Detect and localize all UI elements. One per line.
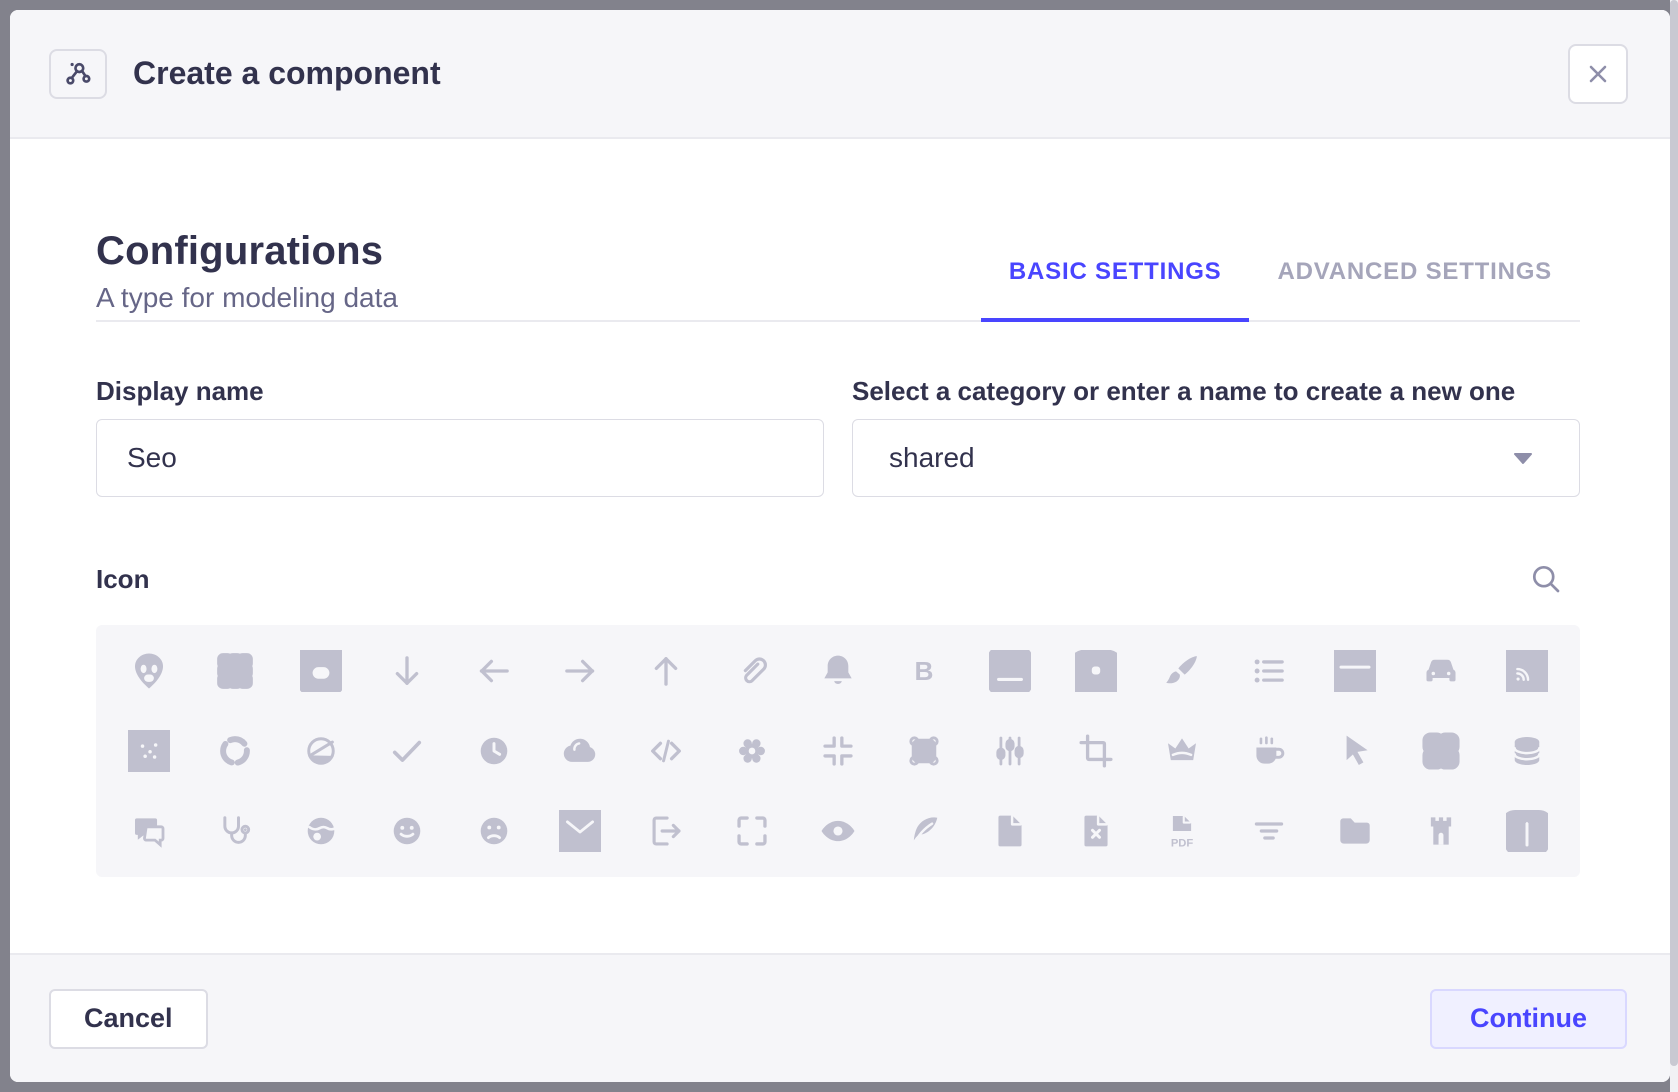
cog-icon[interactable]: [709, 711, 795, 791]
category-field: Select a category or enter a name to cre…: [852, 376, 1580, 497]
active-tab-underline: [981, 318, 1250, 322]
settings-tabs: BASIC SETTINGS ADVANCED SETTINGS: [981, 258, 1580, 320]
icon-grid: B PDF: [96, 625, 1580, 877]
category-label: Select a category or enter a name to cre…: [852, 376, 1580, 407]
tab-advanced-settings[interactable]: ADVANCED SETTINGS: [1249, 258, 1580, 320]
tab-basic-settings[interactable]: BASIC SETTINGS: [981, 258, 1250, 320]
earth-icon[interactable]: [278, 791, 364, 871]
connector-icon[interactable]: [967, 711, 1053, 791]
bell-icon[interactable]: [795, 631, 881, 711]
database-icon[interactable]: [1484, 711, 1570, 791]
feather-icon[interactable]: [881, 791, 967, 871]
command-icon[interactable]: [881, 711, 967, 791]
arrow-right-icon[interactable]: [537, 631, 623, 711]
check-icon[interactable]: [364, 711, 450, 791]
cloud-icon[interactable]: [537, 711, 623, 791]
code-icon[interactable]: [623, 711, 709, 791]
expand-icon[interactable]: [709, 791, 795, 871]
create-component-modal: Create a component Configurations A type…: [10, 10, 1670, 1082]
brush-icon[interactable]: [1139, 631, 1225, 711]
category-select[interactable]: shared: [852, 419, 1580, 497]
bullet-list-icon[interactable]: [1226, 631, 1312, 711]
form-fields-row: Display name Select a category or enter …: [96, 376, 1580, 497]
svg-text:B: B: [915, 656, 934, 686]
clock-icon[interactable]: [450, 711, 536, 791]
cast-icon[interactable]: [1484, 631, 1570, 711]
file-icon[interactable]: [967, 791, 1053, 871]
display-name-field: Display name: [96, 376, 824, 497]
chart-circle-icon[interactable]: [192, 711, 278, 791]
book-icon[interactable]: [967, 631, 1053, 711]
page-scrollbar[interactable]: [1670, 0, 1678, 1092]
car-icon[interactable]: [1398, 631, 1484, 711]
chart-bubble-icon[interactable]: [106, 711, 192, 791]
filter-icon[interactable]: [1226, 791, 1312, 871]
close-button[interactable]: [1568, 44, 1628, 104]
crop-icon[interactable]: [1053, 711, 1139, 791]
attachment-icon[interactable]: [709, 631, 795, 711]
page-title: Configurations: [96, 229, 398, 274]
alien-icon[interactable]: [106, 631, 192, 711]
archive-icon[interactable]: [278, 631, 364, 711]
doctor-icon[interactable]: [192, 791, 278, 871]
icon-search-button[interactable]: [1528, 561, 1564, 597]
display-name-label: Display name: [96, 376, 824, 407]
section-header-row: Configurations A type for modeling data …: [96, 229, 1580, 322]
collapse-icon[interactable]: [795, 711, 881, 791]
icon-label: Icon: [96, 564, 149, 595]
modal-title: Create a component: [133, 55, 441, 92]
crown-icon[interactable]: [1139, 711, 1225, 791]
icon-picker-header: Icon: [96, 561, 1580, 597]
modal-body: Configurations A type for modeling data …: [10, 139, 1670, 953]
gift-icon[interactable]: [1484, 791, 1570, 871]
cancel-button[interactable]: Cancel: [49, 989, 208, 1049]
exit-icon[interactable]: [623, 791, 709, 871]
dashboard-icon[interactable]: [1398, 711, 1484, 791]
discuss-icon[interactable]: [106, 791, 192, 871]
display-name-input[interactable]: [96, 419, 824, 497]
chart-pie-icon[interactable]: [278, 711, 364, 791]
close-icon: [1584, 60, 1612, 88]
emotion-happy-icon[interactable]: [364, 791, 450, 871]
page-scrollbar-thumb[interactable]: [1670, 0, 1678, 1066]
arrow-left-icon[interactable]: [450, 631, 536, 711]
modal-footer: Cancel Continue: [10, 953, 1670, 1082]
dimmed-backdrop: Create a component Configurations A type…: [0, 0, 1678, 1092]
chevron-down-icon: [1511, 448, 1535, 468]
file-pdf-icon[interactable]: PDF: [1139, 791, 1225, 871]
briefcase-icon[interactable]: [1053, 631, 1139, 711]
cup-icon[interactable]: [1226, 711, 1312, 791]
page-subtitle: A type for modeling data: [96, 282, 398, 320]
arrow-up-icon[interactable]: [623, 631, 709, 711]
file-error-icon[interactable]: [1053, 791, 1139, 871]
cursor-icon[interactable]: [1312, 711, 1398, 791]
search-icon: [1528, 561, 1564, 597]
component-icon-box: [49, 49, 107, 99]
continue-button[interactable]: Continue: [1430, 989, 1627, 1049]
calendar-icon[interactable]: [1312, 631, 1398, 711]
section-heading: Configurations A type for modeling data: [96, 229, 398, 320]
folder-icon[interactable]: [1312, 791, 1398, 871]
category-select-value: shared: [889, 442, 975, 474]
component-icon: [62, 58, 94, 90]
gate-icon[interactable]: [1398, 791, 1484, 871]
envelop-icon[interactable]: [537, 791, 623, 871]
eye-icon[interactable]: [795, 791, 881, 871]
emotion-unhappy-icon[interactable]: [450, 791, 536, 871]
bold-icon[interactable]: B: [881, 631, 967, 711]
arrow-down-icon[interactable]: [364, 631, 450, 711]
svg-text:PDF: PDF: [1171, 837, 1194, 849]
apps-icon[interactable]: [192, 631, 278, 711]
modal-header: Create a component: [10, 10, 1670, 139]
